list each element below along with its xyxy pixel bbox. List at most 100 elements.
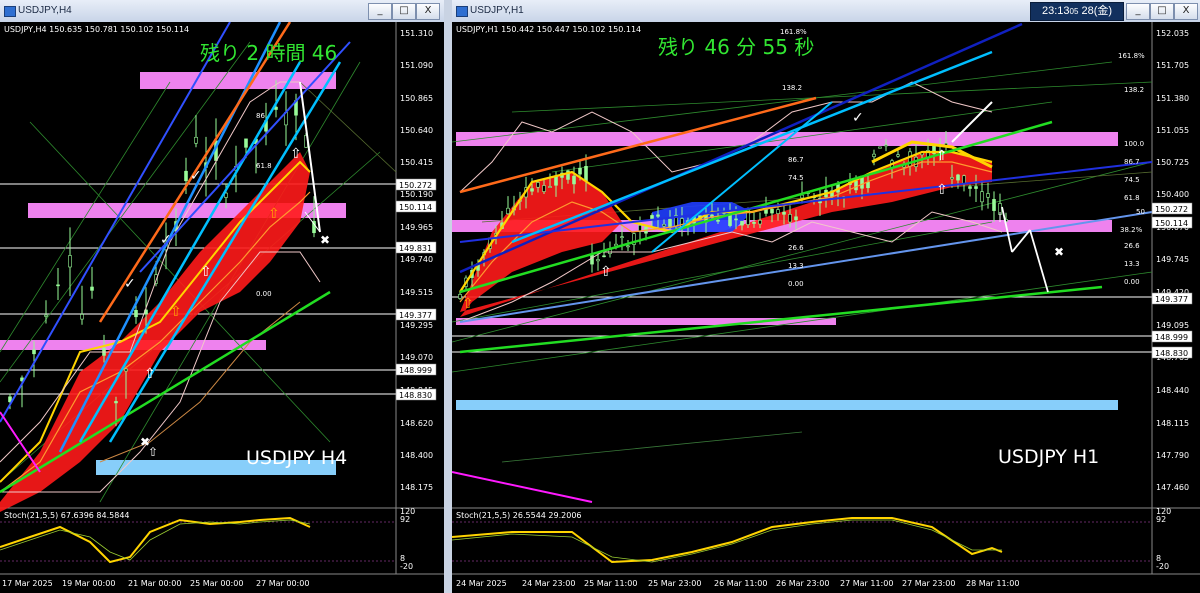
minimize-button[interactable]: _: [368, 3, 392, 20]
chart-window-h1[interactable]: USDJPY,H1 23:1305 28(金) _ □ X USDJPY,H1 …: [452, 0, 1200, 593]
candle-body: [668, 218, 672, 228]
price-tick-label: 148.400: [400, 451, 433, 460]
chart-icon: [4, 6, 16, 17]
stochastic-label: Stoch(21,5,5) 67.6396 84.5844: [4, 511, 130, 520]
fib-label: 13.3: [1124, 260, 1140, 268]
fib-label: 138.2: [1124, 86, 1144, 94]
minimize-button[interactable]: _: [1126, 3, 1150, 20]
candle-body: [194, 136, 198, 144]
candle-body: [662, 224, 666, 227]
candle-body: [980, 191, 984, 203]
time-tick-label: 28 Mar 11:00: [966, 579, 1019, 588]
stoch-level-label: 92: [400, 515, 410, 524]
chart-icon: [456, 6, 468, 17]
candle-body: [536, 182, 540, 188]
arrow-mark: ⇧: [200, 264, 212, 280]
candle-body: [602, 255, 606, 258]
window-title: USDJPY,H1: [470, 5, 524, 16]
time-tick-label: 24 Mar 2025: [456, 579, 507, 588]
candle-body: [776, 209, 780, 214]
candle-body: [650, 215, 654, 219]
arrow-mark: ⇧: [268, 206, 280, 222]
time-tick-label: 25 Mar 23:00: [648, 579, 701, 588]
window-titlebar[interactable]: USDJPY,H4 _ □ X: [0, 0, 444, 23]
arrow-mark: ✓: [190, 168, 202, 184]
price-level-label: 150.272: [1155, 205, 1188, 214]
blue-zone: [456, 400, 1118, 410]
arrow-mark: ⇧: [144, 366, 156, 382]
time-tick-label: 27 Mar 00:00: [256, 579, 309, 588]
candle-body: [578, 167, 582, 175]
window-title: USDJPY,H4: [18, 5, 72, 16]
candle-body: [626, 245, 630, 248]
price-level-label: 149.377: [399, 311, 432, 320]
stoch-level-label: -20: [400, 562, 413, 571]
candle-body: [854, 180, 858, 191]
candle-body: [184, 170, 188, 182]
arrow-mark: ⇧: [148, 445, 158, 459]
candle-body: [770, 208, 774, 214]
time-tick-label: 27 Mar 11:00: [840, 579, 893, 588]
fib-label: 50: [1136, 208, 1145, 216]
price-tick-label: 150.725: [1156, 158, 1189, 167]
candle-body: [542, 185, 546, 192]
close-button[interactable]: X: [1174, 3, 1198, 20]
clock-seconds: 05: [1069, 7, 1079, 16]
arrow-mark: ⇧: [936, 182, 948, 198]
candle-body: [44, 314, 48, 317]
fib-label: 86.7: [1124, 158, 1140, 166]
countdown-overlay: 残り 2 時間 46: [200, 41, 337, 65]
candle-body: [782, 211, 786, 215]
fib-label: 0.00: [1124, 278, 1140, 286]
candle-body: [244, 138, 248, 148]
chart-window-h4[interactable]: USDJPY,H4 _ □ X USDJPY,H4 150.635 150.78…: [0, 0, 445, 593]
candle-body: [56, 284, 60, 287]
price-chart[interactable]: USDJPY,H1 150.442 150.447 150.102 150.11…: [452, 22, 1200, 593]
candle-body: [866, 181, 870, 189]
candle-body: [956, 174, 960, 181]
arrow-mark: ⇧: [462, 296, 474, 312]
fib-label: 26.6: [788, 244, 804, 252]
arrow-mark: ⇧: [290, 146, 302, 162]
candle-body: [794, 216, 798, 221]
candle-body: [992, 199, 996, 211]
price-level-label: 148.999: [1155, 333, 1188, 342]
candle-body: [548, 186, 552, 188]
price-tick-label: 147.460: [1156, 483, 1189, 492]
fib-label: 13.3: [788, 262, 804, 270]
candle-body: [124, 368, 128, 372]
candle-body: [656, 214, 660, 217]
stoch-level-label: -20: [1156, 562, 1169, 571]
candle-body: [740, 221, 744, 226]
price-tick-label: 149.095: [1156, 321, 1189, 330]
candle-body: [68, 255, 72, 268]
price-tick-label: 150.865: [400, 94, 433, 103]
time-tick-label: 26 Mar 11:00: [714, 579, 767, 588]
price-tick-label: 148.620: [400, 419, 433, 428]
stochastic-label: Stoch(21,5,5) 26.5544 29.2006: [456, 511, 582, 520]
close-button[interactable]: X: [416, 3, 440, 20]
candle-body: [986, 193, 990, 198]
clock-time: 23:13: [1041, 5, 1070, 17]
maximize-button[interactable]: □: [392, 3, 416, 20]
candle-body: [114, 401, 118, 404]
price-tick-label: 149.295: [400, 321, 433, 330]
fib-label: 61.8: [256, 162, 272, 170]
fib-label: 161.8%: [1118, 52, 1145, 60]
fib-label: 26.6: [1124, 242, 1140, 250]
time-tick-label: 25 Mar 00:00: [190, 579, 243, 588]
price-tick-label: 149.515: [400, 288, 433, 297]
arrow-mark: ✓: [852, 110, 864, 126]
window-titlebar[interactable]: USDJPY,H1 23:1305 28(金) _ □ X: [452, 0, 1200, 23]
maximize-button[interactable]: □: [1150, 3, 1174, 20]
chart-info-label: USDJPY,H1 150.442 150.447 150.102 150.11…: [456, 25, 641, 34]
time-tick-label: 17 Mar 2025: [2, 579, 53, 588]
fib-label: 74.5: [788, 174, 804, 182]
arrow-mark: ⇧: [170, 304, 182, 320]
time-tick-label: 21 Mar 00:00: [128, 579, 181, 588]
price-tick-label: 148.115: [1156, 419, 1189, 428]
price-tick-label: 152.035: [1156, 29, 1189, 38]
price-chart[interactable]: USDJPY,H4 150.635 150.781 150.102 150.11…: [0, 22, 444, 593]
clock-display: 23:1305 28(金): [1030, 2, 1124, 21]
price-tick-label: 150.190: [400, 190, 433, 199]
